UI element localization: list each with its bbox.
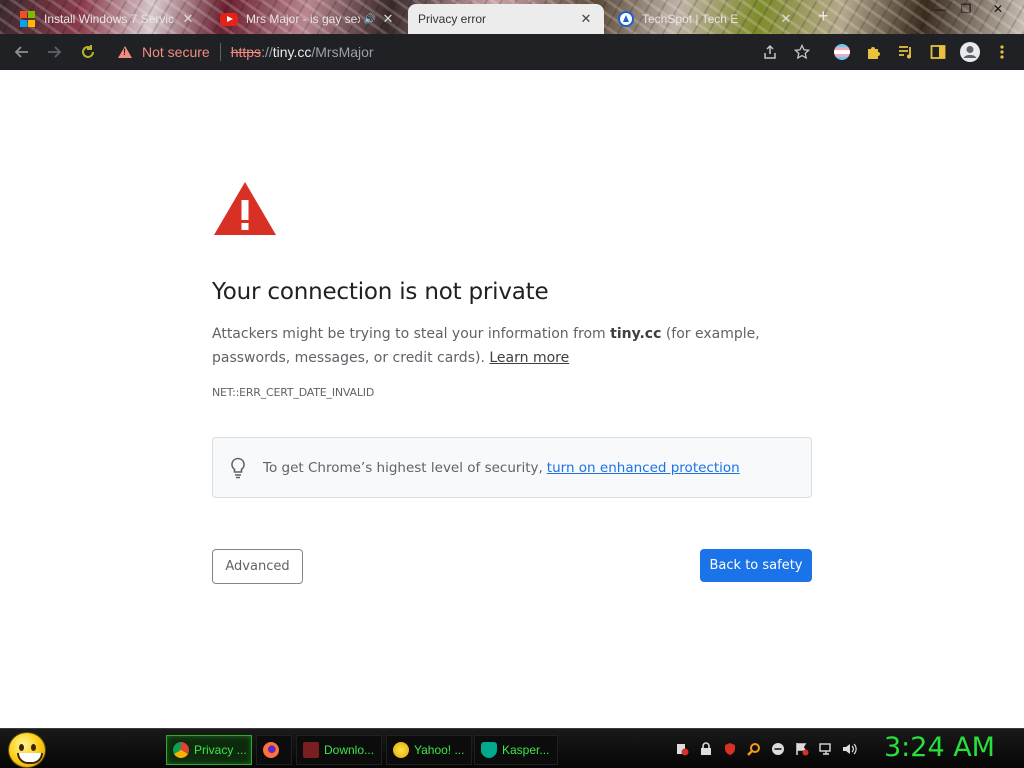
- chrome-icon: [173, 742, 189, 758]
- yahoo-smiley-icon: [393, 742, 409, 758]
- kaspersky-icon: [481, 742, 497, 758]
- tab-close-icon[interactable]: ✕: [778, 11, 794, 27]
- media-control-button[interactable]: [892, 38, 920, 66]
- security-tray-icon[interactable]: [674, 741, 690, 757]
- back-arrow-icon: [14, 46, 28, 58]
- side-panel-icon: [930, 45, 946, 59]
- search-tray-icon[interactable]: [746, 741, 762, 757]
- lightbulb-icon: [231, 457, 245, 478]
- lock-tray-icon[interactable]: [698, 741, 714, 757]
- profile-button[interactable]: [956, 38, 984, 66]
- minus-circle-icon: [772, 743, 784, 755]
- volume-tray-icon[interactable]: [842, 741, 858, 757]
- learn-more-link[interactable]: Learn more: [489, 350, 569, 366]
- not-secure-label[interactable]: Not secure: [142, 44, 210, 60]
- pride-flag-icon: [834, 44, 850, 60]
- taskbar-item-label: Privacy ...: [194, 743, 247, 757]
- maximize-button[interactable]: ❐: [950, 0, 982, 20]
- action-center-tray-icon[interactable]: [794, 741, 810, 757]
- taskbar-item-downloads[interactable]: Downlo...: [296, 735, 382, 765]
- description-host: tiny.cc: [610, 326, 662, 342]
- forward-arrow-icon: [48, 46, 62, 58]
- enhanced-protection-box: To get Chrome’s highest level of securit…: [212, 437, 812, 498]
- tab-close-icon[interactable]: ✕: [380, 11, 396, 27]
- taskbar-item-label: Downlo...: [324, 743, 375, 757]
- tab-strip: Install Windows 7 Servic ✕ Mrs Major - i…: [0, 0, 1024, 34]
- side-panel-button[interactable]: [924, 38, 952, 66]
- description-text: Attackers might be trying to steal your …: [212, 326, 611, 342]
- omnibox-separator: [219, 43, 221, 61]
- taskbar-item-label: Kasper...: [502, 743, 550, 757]
- extension-flag-button[interactable]: [828, 38, 856, 66]
- menu-button[interactable]: [988, 38, 1016, 66]
- taskbar-item-label: Yahoo! ...: [414, 743, 465, 757]
- taskbar-item-firefox[interactable]: [256, 735, 292, 765]
- techspot-logo-icon: [618, 11, 634, 27]
- firefox-icon: [263, 742, 279, 758]
- network-tray-icon[interactable]: [818, 741, 834, 757]
- audio-playing-icon[interactable]: 🔊: [364, 14, 376, 25]
- shield-warning-icon: [677, 744, 689, 756]
- tab-techspot[interactable]: TechSpot | Tech E ✕: [608, 4, 804, 34]
- forward-button[interactable]: [40, 38, 68, 66]
- url-path: /MrsMajor: [311, 44, 374, 60]
- url-host: tiny.cc: [272, 44, 312, 60]
- flag-alert-icon: [796, 743, 809, 756]
- url-scheme-separator: ://: [261, 44, 273, 60]
- warning-triangle-icon: [118, 46, 132, 58]
- error-code[interactable]: NET::ERR_CERT_DATE_INVALID: [212, 386, 374, 399]
- page-heading: Your connection is not private: [212, 279, 549, 305]
- screen: Install Windows 7 Servic ✕ Mrs Major - i…: [0, 0, 1024, 768]
- share-icon: [764, 44, 776, 59]
- antivirus-tray-icon[interactable]: [722, 741, 738, 757]
- tab-title: Privacy error: [418, 12, 487, 26]
- youtube-logo-icon: [220, 12, 238, 26]
- kebab-menu-icon: [1000, 45, 1004, 59]
- search-icon: [747, 743, 760, 756]
- tab-install-windows[interactable]: Install Windows 7 Servic ✕: [10, 4, 206, 34]
- address-bar[interactable]: Not secure https://tiny.cc/MrsMajor: [108, 38, 820, 66]
- star-icon: [794, 44, 810, 60]
- enhanced-protection-link[interactable]: turn on enhanced protection: [547, 460, 740, 476]
- puzzle-piece-icon: [868, 47, 880, 59]
- extensions-button[interactable]: [860, 38, 888, 66]
- speaker-icon: [843, 743, 857, 755]
- taskbar-item-yahoo[interactable]: Yahoo! ...: [386, 735, 472, 765]
- tab-title: TechSpot | Tech E: [642, 12, 739, 26]
- tab-privacy-error[interactable]: Privacy error ✕: [408, 4, 604, 34]
- interstitial-page: Your connection is not private Attackers…: [0, 70, 1024, 730]
- status-tray-icon[interactable]: [770, 741, 786, 757]
- taskbar-clock[interactable]: 3:24 AM: [884, 732, 995, 763]
- advanced-button[interactable]: Advanced: [212, 549, 303, 584]
- url-scheme: https: [230, 44, 262, 60]
- red-shield-icon: [725, 743, 735, 755]
- back-to-safety-button[interactable]: Back to safety: [700, 549, 812, 582]
- taskbar: Privacy ... Downlo... Yahoo! ... Kasper.…: [0, 728, 1024, 768]
- bookmark-star-button[interactable]: [788, 38, 816, 66]
- enhanced-protection-text: To get Chrome’s highest level of securit…: [263, 459, 543, 476]
- tab-mrs-major[interactable]: Mrs Major - is gay sex 🔊 ✕: [210, 4, 406, 34]
- back-button[interactable]: [8, 38, 36, 66]
- network-icon: [819, 743, 831, 755]
- reload-icon: [82, 45, 94, 58]
- page-description: Attackers might be trying to steal your …: [212, 322, 812, 370]
- close-window-button[interactable]: ✕: [982, 0, 1014, 20]
- taskbar-item-chrome[interactable]: Privacy ...: [166, 735, 252, 765]
- music-queue-icon: [899, 46, 911, 59]
- taskbar-item-kaspersky[interactable]: Kasper...: [474, 735, 558, 765]
- tab-title: Mrs Major - is gay sex: [246, 12, 360, 26]
- start-button[interactable]: [8, 732, 46, 768]
- lock-icon: [701, 742, 711, 755]
- download-icon: [303, 742, 319, 758]
- share-button[interactable]: [756, 38, 784, 66]
- reload-button[interactable]: [74, 38, 102, 66]
- microsoft-logo-icon: [20, 11, 36, 27]
- avatar-icon: [960, 42, 980, 62]
- tab-close-icon[interactable]: ✕: [578, 11, 594, 27]
- danger-warning-icon: [214, 182, 276, 235]
- browser-toolbar: Not secure https://tiny.cc/MrsMajor: [0, 34, 1024, 70]
- tab-title: Install Windows 7 Servic: [44, 12, 175, 26]
- new-tab-button[interactable]: +: [818, 6, 829, 27]
- tab-close-icon[interactable]: ✕: [180, 11, 196, 27]
